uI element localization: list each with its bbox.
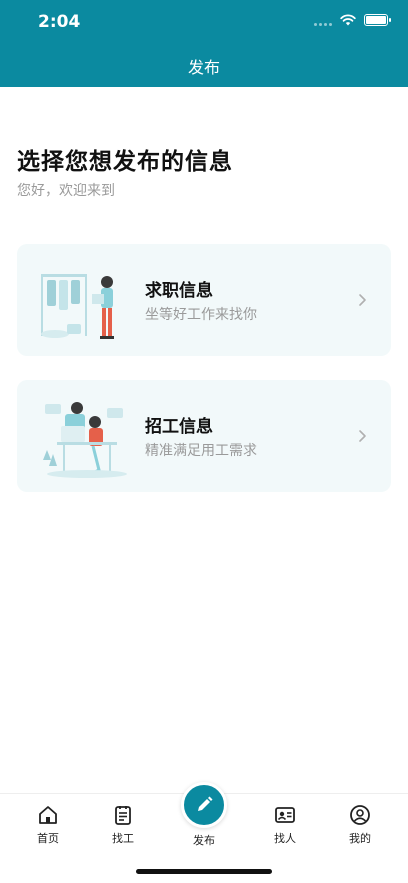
tab-publish[interactable]: 发布 xyxy=(174,782,234,848)
tab-label: 首页 xyxy=(37,832,59,845)
status-time: 2:04 xyxy=(38,12,81,32)
chevron-right-icon xyxy=(359,294,366,306)
recruiter-illustration xyxy=(43,402,127,478)
home-indicator xyxy=(136,869,272,874)
tab-label: 发布 xyxy=(193,834,215,847)
tab-label: 找工 xyxy=(112,832,134,845)
page-subtitle: 您好，欢迎来到 xyxy=(17,183,115,199)
tab-find-people[interactable]: 找人 xyxy=(255,804,315,846)
tab-label: 我的 xyxy=(349,832,371,845)
pencil-icon xyxy=(198,796,213,811)
recruiter-card[interactable]: 招工信息 精准满足用工需求 xyxy=(17,380,391,492)
job-seeker-card[interactable]: 求职信息 坐等好工作来找你 xyxy=(17,244,391,356)
page-title: 选择您想发布的信息 xyxy=(17,149,233,175)
card-subtitle: 精准满足用工需求 xyxy=(145,443,257,459)
job-seeker-illustration xyxy=(41,274,114,339)
user-icon xyxy=(350,805,370,825)
tab-home[interactable]: 首页 xyxy=(18,804,78,846)
clipboard-icon xyxy=(115,806,131,825)
id-card-icon xyxy=(275,807,295,823)
tab-label: 找人 xyxy=(274,832,296,845)
chevron-right-icon xyxy=(359,430,366,442)
home-icon xyxy=(39,806,57,824)
top-bar: 2:04 发布 xyxy=(0,0,408,87)
card-subtitle: 坐等好工作来找你 xyxy=(145,307,257,323)
status-icons xyxy=(314,14,391,26)
card-title: 求职信息 xyxy=(145,281,213,301)
nav-title: 发布 xyxy=(187,58,220,77)
tab-find-job[interactable]: 找工 xyxy=(93,804,153,846)
battery-icon xyxy=(364,14,391,26)
card-title: 招工信息 xyxy=(145,417,213,437)
wifi-icon xyxy=(340,14,356,26)
signal-icon xyxy=(314,14,332,26)
publish-button[interactable] xyxy=(181,782,227,828)
tab-mine[interactable]: 我的 xyxy=(330,804,390,846)
